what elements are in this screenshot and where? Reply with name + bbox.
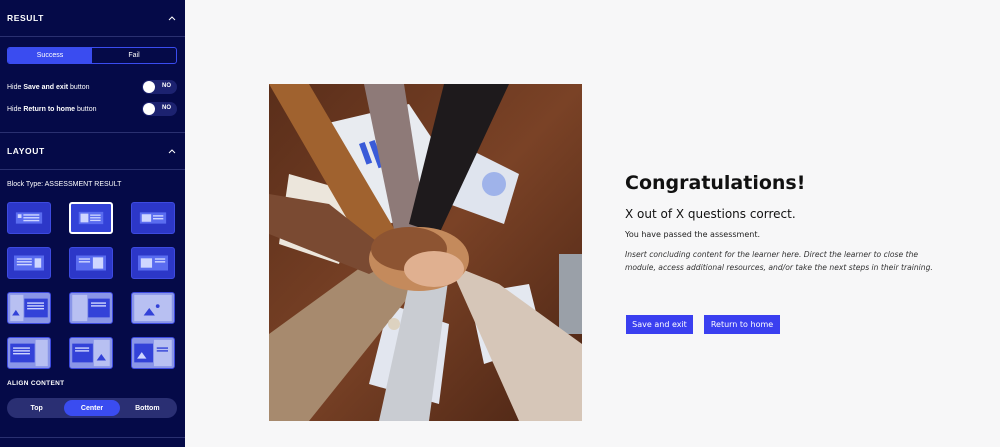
hide-save-toggle[interactable]: NO xyxy=(142,80,177,94)
return-to-home-button[interactable]: Return to home xyxy=(704,315,780,334)
result-tabs: Success Fail xyxy=(7,47,177,64)
score-text: X out of X questions correct. xyxy=(625,207,796,221)
passed-text: You have passed the assessment. xyxy=(625,230,760,239)
chevron-up-icon[interactable] xyxy=(167,146,177,156)
layout-option-3[interactable] xyxy=(131,202,175,234)
divider xyxy=(0,36,185,37)
layout-option-6[interactable] xyxy=(131,247,175,279)
result-title: Congratulations! xyxy=(625,172,806,194)
align-bottom-option[interactable]: Bottom xyxy=(120,400,175,416)
layout-option-1[interactable] xyxy=(7,202,51,234)
layout-option-5[interactable] xyxy=(69,247,113,279)
team-hands-image xyxy=(269,84,582,421)
sidebar: RESULT Success Fail Hide Save and exit b… xyxy=(0,0,185,447)
hide-save-label: Hide Save and exit button xyxy=(7,83,90,91)
divider xyxy=(0,437,185,438)
align-content-selector: Top Center Bottom xyxy=(7,398,177,418)
align-top-option[interactable]: Top xyxy=(9,400,64,416)
result-section-header[interactable]: RESULT xyxy=(0,0,185,36)
block-type-label: Block Type: ASSESSMENT RESULT xyxy=(7,181,122,188)
hide-return-label: Hide Return to home button xyxy=(7,105,97,113)
layout-section-header[interactable]: LAYOUT xyxy=(0,133,185,169)
layout-option-12[interactable] xyxy=(131,337,175,369)
layout-option-8[interactable] xyxy=(69,292,113,324)
tab-success[interactable]: Success xyxy=(8,48,92,63)
hide-save-row: Hide Save and exit button NO xyxy=(7,80,177,94)
layout-option-4[interactable] xyxy=(7,247,51,279)
layout-option-11[interactable] xyxy=(69,337,113,369)
layout-section-title: LAYOUT xyxy=(7,146,45,156)
hide-return-toggle[interactable]: NO xyxy=(142,102,177,116)
tab-fail[interactable]: Fail xyxy=(92,48,176,63)
result-section-title: RESULT xyxy=(7,13,44,23)
layout-option-10[interactable] xyxy=(7,337,51,369)
chevron-up-icon[interactable] xyxy=(167,13,177,23)
layout-option-2[interactable] xyxy=(69,202,113,234)
align-center-option[interactable]: Center xyxy=(64,400,120,416)
hide-return-row: Hide Return to home button NO xyxy=(7,102,177,116)
concluding-text: Insert concluding content for the learne… xyxy=(625,250,933,272)
align-content-label: ALIGN CONTENT xyxy=(7,380,65,387)
layout-option-7[interactable] xyxy=(7,292,51,324)
divider xyxy=(0,169,185,170)
save-and-exit-button[interactable]: Save and exit xyxy=(626,315,693,334)
layout-option-9[interactable] xyxy=(131,292,175,324)
